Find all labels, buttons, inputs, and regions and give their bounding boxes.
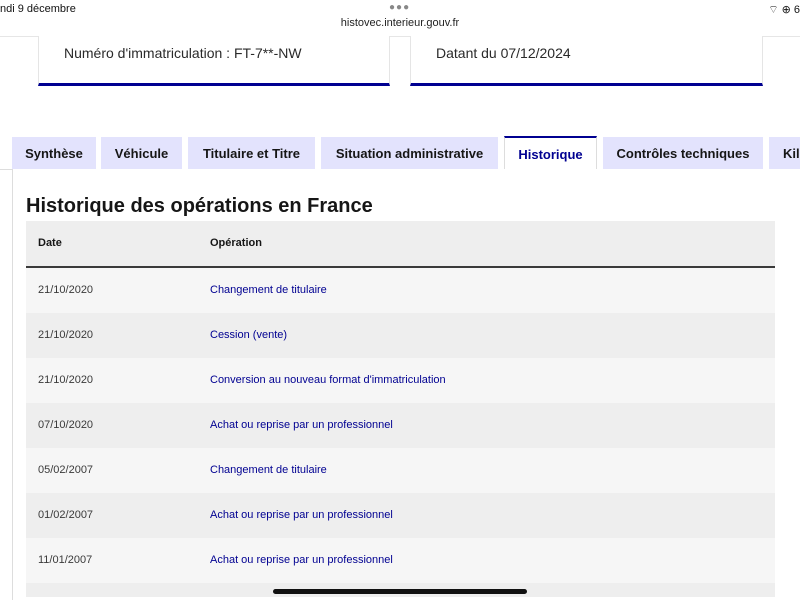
row-operation-link[interactable]: Changement de titulaire: [210, 464, 327, 476]
row-operation-link[interactable]: Achat ou reprise par un professionnel: [210, 419, 393, 431]
tab-controles-techniques[interactable]: Contrôles techniques: [603, 137, 763, 169]
address-bar-url[interactable]: histovec.interieur.gouv.fr: [0, 17, 800, 29]
row-date: 07/10/2020: [38, 419, 94, 431]
status-date: ndi 9 décembre: [0, 3, 76, 15]
row-date: 21/10/2020: [38, 329, 94, 341]
table-row: 07/10/2020 Achat ou reprise par un profe…: [26, 403, 775, 448]
tab-historique[interactable]: Historique: [504, 136, 597, 169]
report-date-card: Datant du 07/12/2024: [410, 36, 763, 86]
column-header-operation: Opération: [210, 237, 262, 249]
row-date: 21/10/2020: [38, 284, 94, 296]
status-icons: ⌔ ⊕ 6: [768, 4, 800, 16]
table-row: 11/01/2007 Achat ou reprise par un profe…: [26, 538, 775, 583]
report-date: Datant du 07/12/2024: [436, 45, 571, 61]
row-date: 11/01/2007: [38, 554, 93, 566]
table-row: 05/02/2007 Changement de titulaire: [26, 448, 775, 493]
tab-situation-administrative[interactable]: Situation administrative: [321, 137, 498, 169]
column-header-date: Date: [38, 237, 62, 249]
row-date: 05/02/2007: [38, 464, 94, 476]
table-row: 21/10/2020 Changement de titulaire: [26, 268, 775, 313]
tab-vehicule[interactable]: Véhicule: [101, 137, 182, 169]
row-date: 01/02/2007: [38, 509, 94, 521]
tabs-bar: Synthèse Véhicule Titulaire et Titre Sit…: [0, 136, 800, 170]
section-title: Historique des opérations en France: [26, 195, 373, 217]
more-options-icon[interactable]: ●●●: [389, 2, 410, 13]
row-operation-link[interactable]: Achat ou reprise par un professionnel: [210, 509, 393, 521]
row-operation-link[interactable]: Achat ou reprise par un professionnel: [210, 554, 393, 566]
table-header: Date Opération: [26, 221, 775, 268]
home-indicator[interactable]: [273, 589, 527, 594]
row-operation-link[interactable]: Changement de titulaire: [210, 284, 327, 296]
row-operation-link[interactable]: Conversion au nouveau format d'immatricu…: [210, 374, 446, 386]
tab-titulaire-et-titre[interactable]: Titulaire et Titre: [188, 137, 315, 169]
table-row: 21/10/2020 Conversion au nouveau format …: [26, 358, 775, 403]
browser-status-bar: ndi 9 décembre ●●● histovec.interieur.go…: [0, 0, 800, 37]
tab-kilometrage[interactable]: Kilo: [769, 137, 800, 169]
registration-number: Numéro d'immatriculation : FT-7**-NW: [64, 45, 302, 61]
table-row: 21/10/2020 Cession (vente): [26, 313, 775, 358]
operations-table: Date Opération 21/10/2020 Changement de …: [26, 221, 775, 597]
table-row: 01/02/2007 Achat ou reprise par un profe…: [26, 493, 775, 538]
registration-card: Numéro d'immatriculation : FT-7**-NW: [38, 36, 390, 86]
row-operation-link[interactable]: Cession (vente): [210, 329, 287, 341]
row-date: 21/10/2020: [38, 374, 94, 386]
tab-synthese[interactable]: Synthèse: [12, 137, 96, 169]
